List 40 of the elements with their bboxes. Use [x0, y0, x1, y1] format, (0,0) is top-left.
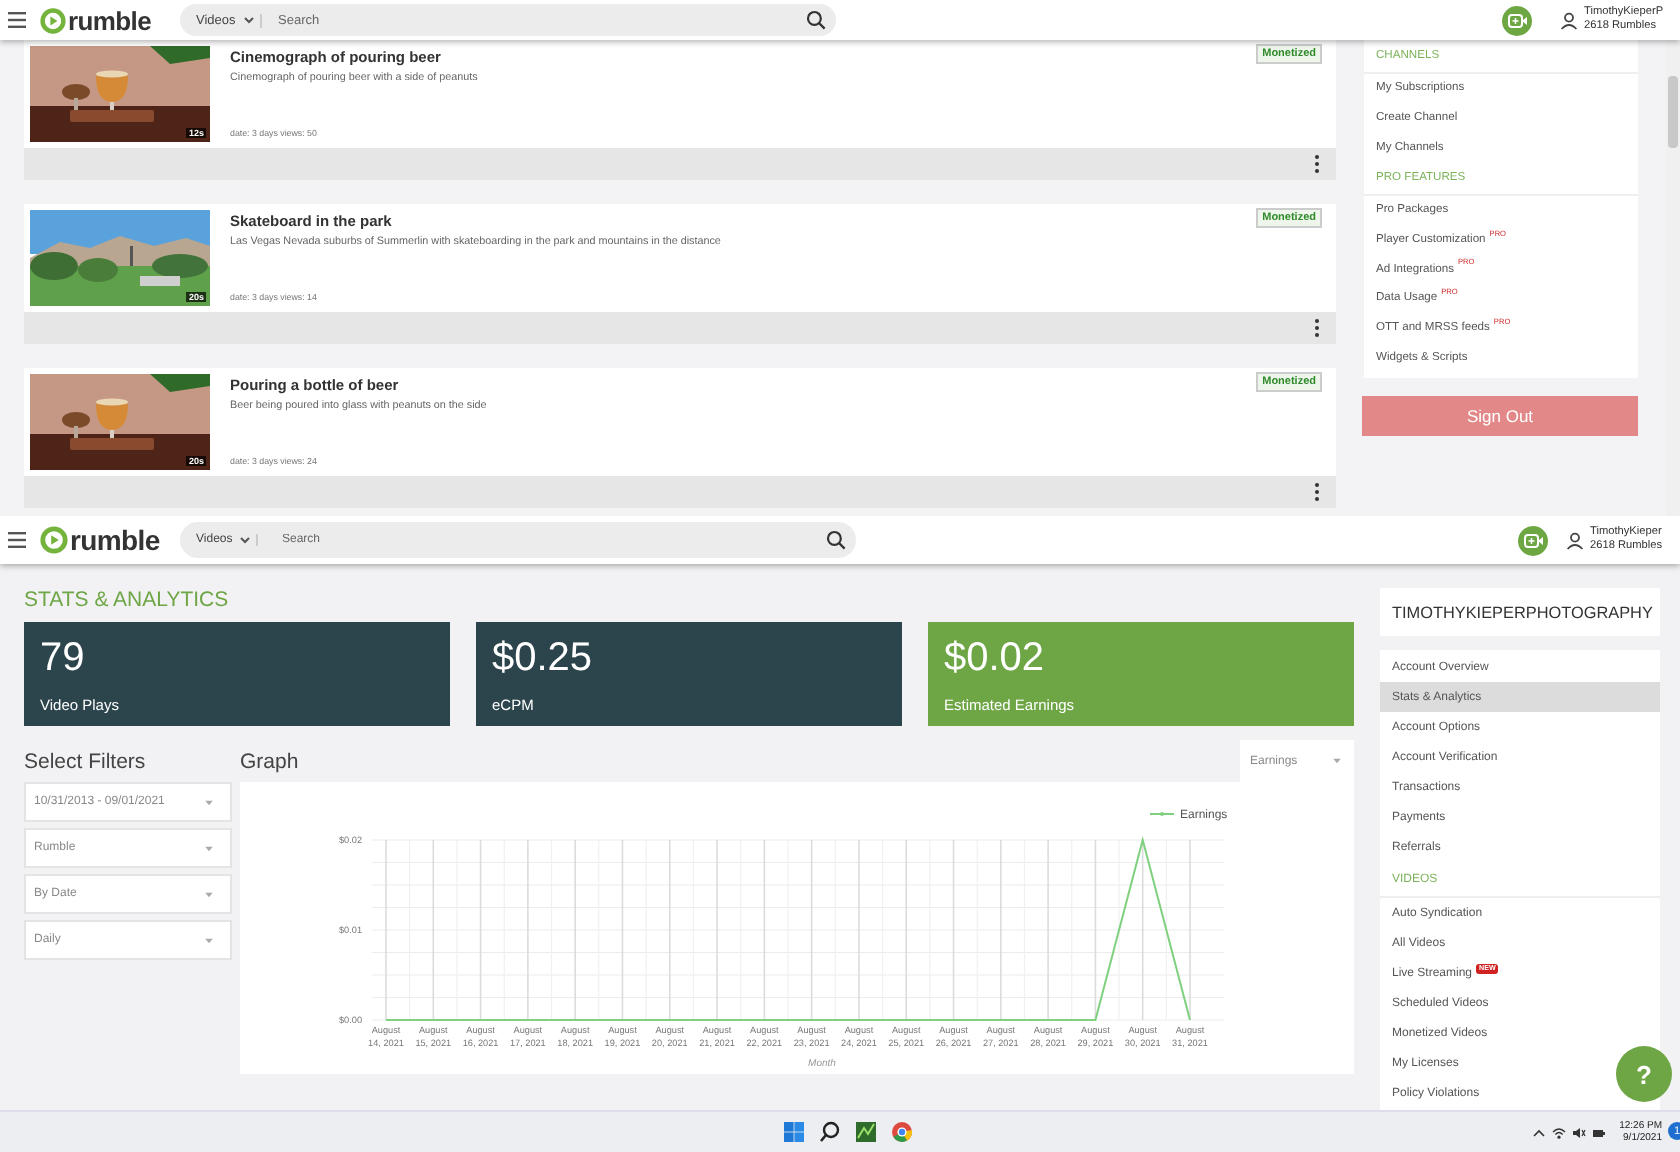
more-icon[interactable] — [1314, 318, 1320, 338]
page-title: STATS & ANALYTICS — [24, 588, 231, 614]
search-icon — [826, 530, 846, 550]
upload-button[interactable] — [1502, 5, 1532, 35]
menu-icon[interactable] — [8, 532, 26, 548]
battery-icon[interactable] — [1591, 1125, 1606, 1139]
caret-icon — [204, 891, 214, 897]
chevron-up-icon[interactable] — [1531, 1125, 1546, 1139]
menu-icon[interactable] — [8, 12, 26, 28]
browser-icon[interactable] — [890, 1120, 914, 1144]
user-icon[interactable] — [1560, 11, 1578, 29]
search-button[interactable] — [802, 4, 836, 36]
caret-icon — [204, 937, 214, 943]
search-button[interactable] — [822, 522, 856, 558]
caret-icon — [243, 16, 254, 24]
caret-icon — [204, 845, 214, 851]
logo-text[interactable]: rumble — [68, 5, 152, 35]
search-icon[interactable] — [818, 1120, 842, 1144]
more-icon[interactable] — [1314, 154, 1320, 174]
stat-value: $0.02 — [944, 634, 1047, 682]
more-icon[interactable] — [1314, 482, 1320, 502]
stat-value: 79 — [40, 634, 87, 682]
stat-value: $0.25 — [492, 634, 595, 682]
wifi-icon[interactable] — [1551, 1125, 1566, 1139]
account-name: TIMOTHYKIEPERPHOTOGRAPHY — [1392, 603, 1653, 621]
caret-icon — [204, 799, 214, 805]
start-icon[interactable] — [782, 1120, 806, 1144]
chart-app-icon[interactable] — [854, 1120, 878, 1144]
video-camera-icon — [1523, 533, 1543, 547]
section-title: Select Filters — [24, 749, 146, 773]
search-icon — [806, 10, 826, 30]
upload-button[interactable] — [1518, 525, 1548, 555]
speaker-icon[interactable] — [1571, 1125, 1586, 1139]
video-camera-icon — [1507, 13, 1527, 27]
user-icon[interactable] — [1566, 531, 1584, 549]
logo-text[interactable]: rumble — [70, 524, 160, 556]
section-title: Graph — [240, 749, 299, 773]
caret-icon — [240, 536, 251, 544]
caret-icon — [1332, 758, 1342, 764]
scrollbar[interactable] — [1666, 40, 1680, 516]
